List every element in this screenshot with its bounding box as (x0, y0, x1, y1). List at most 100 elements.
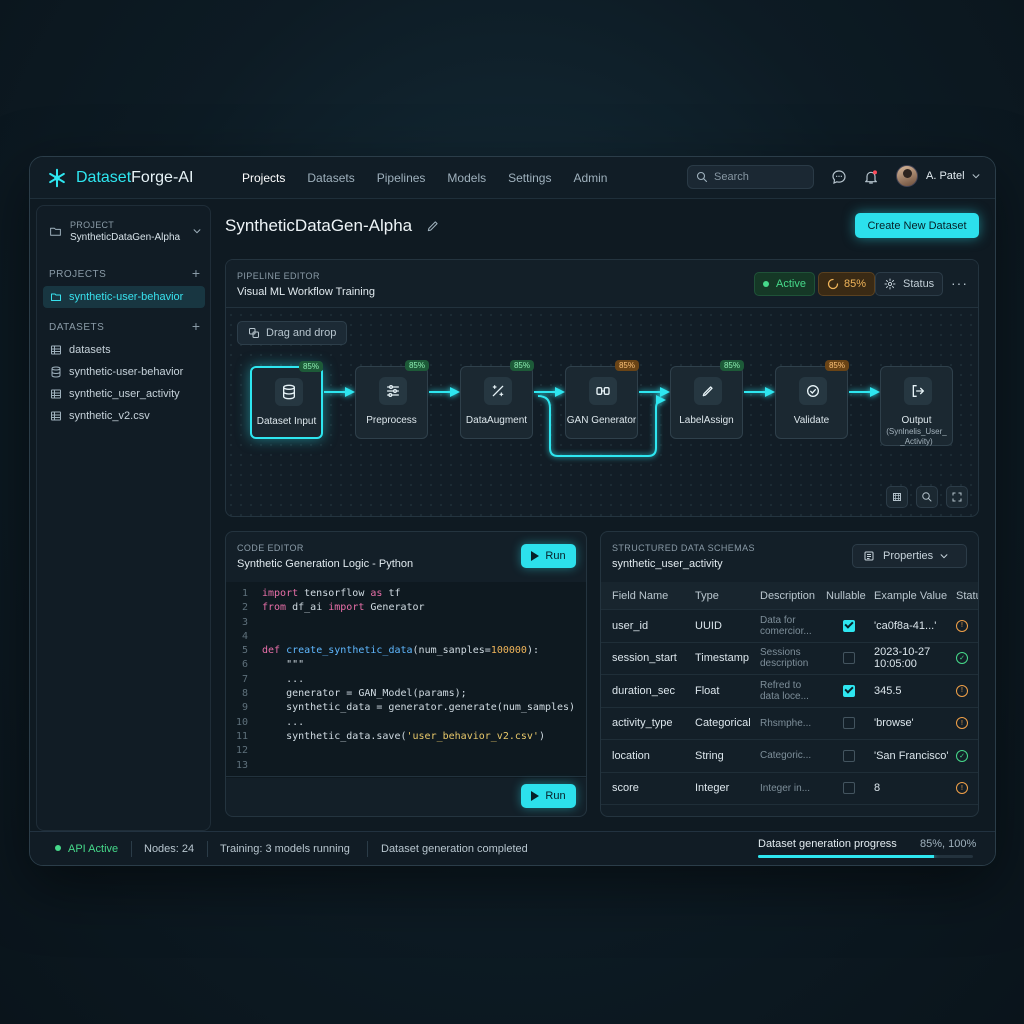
sidebar-item-dataset[interactable]: synthetic-user-behavior (43, 361, 205, 383)
run-button[interactable]: Run (521, 544, 576, 568)
node-label: Preprocess (366, 415, 417, 426)
pipeline-node-output[interactable]: Output (Synlnelis_User_ _Activity) (880, 366, 953, 446)
status-dot (55, 845, 61, 851)
code-token: ... (262, 673, 305, 685)
create-dataset-button[interactable]: Create New Dataset (855, 213, 979, 238)
progress-badge[interactable]: 85% (818, 272, 876, 296)
search-box[interactable] (687, 165, 814, 189)
fit-view-button[interactable] (886, 486, 908, 508)
column-header[interactable]: Type (695, 582, 759, 609)
column-header[interactable]: Example Value (874, 582, 954, 609)
progress-fill (758, 855, 935, 858)
code-token: def (262, 645, 281, 657)
example-value: 'San Francisco' (874, 749, 949, 762)
status-button[interactable]: Status (875, 272, 944, 296)
nav-projects[interactable]: Projects (231, 157, 296, 199)
pipeline-editor: PIPELINE EDITOR Visual ML Workflow Train… (225, 259, 979, 517)
database-icon (51, 366, 61, 378)
zoom-button[interactable] (916, 486, 938, 508)
code-line: 6 """ (226, 659, 586, 673)
nav-pipelines[interactable]: Pipelines (366, 157, 437, 199)
database-icon (283, 384, 295, 400)
sidebar: PROJECT SyntheticDataGen-Alpha PROJECTS … (36, 205, 211, 831)
code-line: 9 synthetic_data = generator.generate(nu… (226, 702, 586, 716)
column-header[interactable]: Description (760, 582, 822, 609)
notification-bell-icon[interactable] (863, 169, 879, 185)
code-token: synthetic_data.save( (262, 730, 407, 742)
status-cell: ✓ (956, 643, 978, 675)
table-row[interactable]: activity_type Categorical Rhsmphe... 'brows… (601, 708, 978, 740)
pipeline-node-dataset-input[interactable]: Dataset Input 85% (250, 361, 323, 439)
code-title: Synthetic Generation Logic - Python (237, 558, 414, 570)
example-value: 345.5 (874, 684, 902, 697)
column-header[interactable]: Status (956, 582, 978, 609)
nav-admin[interactable]: Admin (562, 157, 618, 199)
nav-settings[interactable]: Settings (497, 157, 562, 199)
pipeline-node-labelassign[interactable]: LabelAssign 85% (670, 360, 744, 439)
code-line: 10 ... (226, 717, 586, 731)
run-button-bottom[interactable]: Run (521, 784, 576, 808)
column-header[interactable]: Nullable (826, 582, 872, 609)
code-token: Generator (364, 602, 425, 614)
code-line: 5 def create_synthetic_data (num_sanples= 1… (226, 645, 586, 659)
nullable-checkbox[interactable] (843, 717, 855, 730)
app-window: DatasetForge-AI Projects Datasets Pipeli… (29, 156, 996, 866)
divider (207, 841, 208, 857)
line-number: 8 (241, 688, 248, 700)
schema-table: Field Name Type Description Nullable Exa… (601, 582, 978, 805)
schema-small-label: STRUCTURED DATA SCHEMAS (612, 543, 755, 553)
column-header[interactable]: Field Name (612, 582, 692, 609)
status-warning-icon: ! (956, 684, 968, 697)
node-progress-badge: 85% (614, 360, 639, 371)
code-token: as (370, 588, 383, 599)
table-row[interactable]: duration_sec Float Refred to data loce... 3… (601, 675, 978, 708)
gan-icon (596, 387, 610, 395)
code-line: 12 (226, 745, 586, 759)
grid-icon (893, 493, 901, 501)
drag-and-drop-button[interactable]: Drag and drop (237, 321, 348, 345)
nullable-checkbox[interactable] (843, 782, 855, 795)
pipeline-node-preprocess[interactable]: Preprocess 85% (355, 360, 429, 439)
fullscreen-button[interactable] (946, 486, 968, 508)
code-footer: Run (226, 776, 586, 816)
active-badge[interactable]: Active (754, 272, 815, 296)
pencil-icon[interactable] (426, 219, 440, 233)
table-row[interactable]: session_start Timestamp Sessions descripti… (601, 643, 978, 675)
search-input[interactable] (714, 171, 809, 183)
sidebar-item-dataset[interactable]: datasets (43, 339, 205, 361)
add-dataset-icon[interactable]: + (192, 318, 200, 334)
line-number: 13 (235, 759, 248, 771)
chat-icon[interactable] (831, 169, 847, 185)
nav-models[interactable]: Models (436, 157, 497, 199)
more-options-icon[interactable]: ··· (951, 275, 968, 291)
nullable-checkbox[interactable] (843, 652, 855, 665)
table-row[interactable]: user_id UUID Data for comercior... 'ca0f8a-… (601, 610, 978, 643)
nullable-checkbox[interactable] (843, 684, 855, 697)
status-warning-icon: ! (956, 619, 968, 632)
pipeline-node-dataaugment[interactable]: DataAugment 85% (460, 360, 534, 439)
status-cell: ! (956, 610, 978, 642)
sidebar-item-dataset[interactable]: synthetic_user_activity (43, 383, 205, 405)
nullable-checkbox[interactable] (843, 749, 855, 762)
add-project-icon[interactable]: + (192, 265, 200, 281)
table-row[interactable]: score Integer Integer in... 8! (601, 773, 978, 805)
user-menu[interactable]: A. Patel (896, 165, 981, 187)
code-token: create_synthetic_data (286, 645, 413, 657)
logo[interactable]: DatasetForge-AI (46, 167, 231, 189)
example-value: 'ca0f8a-41...' (874, 619, 937, 632)
sidebar-item-dataset[interactable]: synthetic_v2.csv (43, 405, 205, 427)
project-selector[interactable]: PROJECT SyntheticDataGen-Alpha (43, 212, 206, 250)
nav-datasets[interactable]: Datasets (296, 157, 365, 199)
code-body[interactable]: 1 import tensorflow as tf 2 from df_ai impo… (226, 582, 586, 778)
line-number: 4 (241, 630, 248, 642)
status-warning-icon: ! (956, 782, 968, 795)
code-token: synthetic_data = generator.generate(num_… (262, 702, 576, 714)
code-token: ) (538, 730, 545, 742)
table-row[interactable]: location String Categoric... 'San Francisco… (601, 740, 978, 773)
pipeline-node-gan-generator[interactable]: GAN Generator 85% (565, 360, 639, 439)
sidebar-item-project[interactable]: synthetic-user-behavior (43, 286, 205, 308)
nullable-checkbox[interactable] (843, 619, 855, 632)
properties-dropdown[interactable]: Properties (852, 544, 967, 568)
pen-icon (702, 386, 713, 397)
pipeline-node-validate[interactable]: Validate 85% (775, 360, 849, 439)
